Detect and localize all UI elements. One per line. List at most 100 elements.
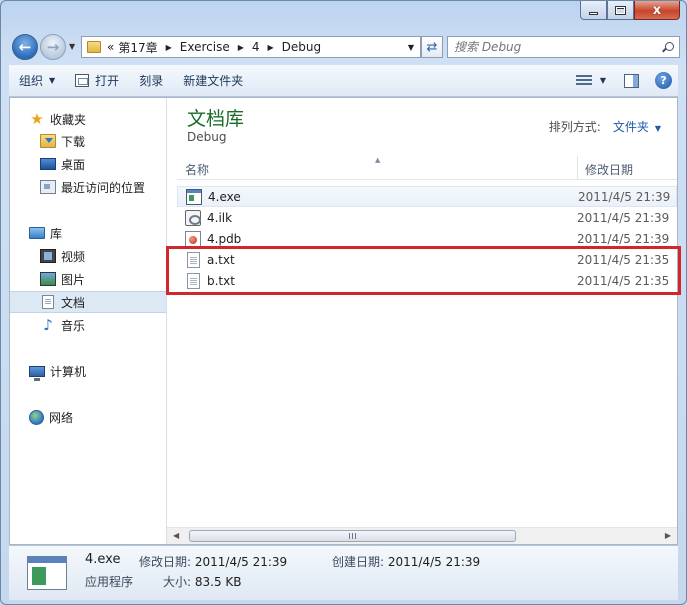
maximize-button[interactable] [607, 1, 634, 20]
download-folder-icon [40, 134, 56, 148]
details-modified-label: 修改日期: [139, 555, 192, 569]
preview-pane-icon[interactable] [624, 73, 639, 88]
breadcrumb-separator-icon[interactable]: ▶ [160, 43, 178, 52]
back-button[interactable]: ← [12, 34, 38, 60]
content-area: ★ 收藏夹 下载 桌面 最近访问的位置 库 视频 图片 文档 ♪ 音乐 计算机 … [9, 97, 678, 545]
scrollbar-thumb[interactable] [189, 530, 516, 542]
file-row[interactable]: 4.pdb 2011/4/5 21:39 [177, 228, 677, 249]
command-bar: 组织 ▼ 打开 刻录 新建文件夹 ▼ ? [9, 65, 678, 97]
new-folder-button[interactable]: 新建文件夹 [173, 69, 253, 93]
search-box[interactable] [447, 36, 680, 58]
file-row[interactable]: 4.exe 2011/4/5 21:39 [177, 186, 677, 207]
details-file-type: 应用程序 [85, 575, 134, 589]
library-title: 文档库 [187, 108, 245, 130]
scroll-right-icon[interactable]: ▶ [665, 531, 671, 540]
nav-item-videos[interactable]: 视频 [10, 245, 166, 267]
search-input[interactable] [454, 40, 654, 54]
forward-arrow-icon: → [46, 37, 60, 56]
open-button[interactable]: 打开 [65, 69, 129, 93]
breadcrumb-4[interactable]: 4 [250, 40, 262, 54]
help-icon[interactable]: ? [655, 72, 672, 89]
column-header-name[interactable]: 名称 [185, 161, 209, 178]
file-name: b.txt [207, 273, 235, 288]
chevron-down-icon: ▼ [49, 76, 56, 85]
refresh-button[interactable]: ⇄ [421, 36, 443, 58]
nav-label: 文档 [61, 295, 86, 310]
column-divider[interactable] [577, 156, 578, 180]
desktop-icon [40, 158, 56, 170]
new-folder-label: 新建文件夹 [183, 74, 244, 88]
txt-icon [187, 272, 200, 289]
details-size-label: 大小: [163, 575, 192, 589]
view-options-dropdown-icon[interactable]: ▼ [600, 76, 606, 85]
details-created-label: 创建日期: [332, 555, 385, 569]
pdb-icon [185, 230, 201, 247]
nav-label: 网络 [49, 410, 74, 425]
breadcrumb-overflow[interactable]: « [105, 40, 116, 54]
close-button[interactable]: x [634, 1, 680, 20]
nav-label: 音乐 [61, 318, 86, 333]
arrange-dropdown[interactable]: 文件夹 [613, 120, 649, 134]
maximize-icon [615, 5, 626, 15]
nav-label: 最近访问的位置 [61, 180, 146, 195]
nav-item-recent[interactable]: 最近访问的位置 [10, 176, 166, 198]
address-dropdown-icon[interactable]: ▼ [402, 43, 420, 52]
file-row[interactable]: a.txt 2011/4/5 21:35 [177, 249, 677, 270]
nav-item-music[interactable]: ♪ 音乐 [10, 314, 166, 336]
nav-item-favorites[interactable]: ★ 收藏夹 [10, 108, 166, 130]
nav-label: 视频 [61, 249, 86, 264]
breadcrumb-chapter[interactable]: 第17章 [116, 39, 159, 56]
folder-icon [87, 41, 101, 53]
details-file-name: 4.exe [85, 552, 121, 567]
nav-label: 计算机 [50, 364, 87, 379]
chevron-down-icon[interactable]: ▼ [655, 124, 661, 133]
file-row[interactable]: 4.ilk 2011/4/5 21:39 [177, 207, 677, 228]
file-date: 2011/4/5 21:39 [577, 210, 670, 225]
nav-item-computer[interactable]: 计算机 [10, 360, 166, 382]
details-created-value: 2011/4/5 21:39 [387, 555, 481, 569]
exe-icon [186, 188, 202, 205]
picture-icon [40, 272, 56, 286]
ilk-icon [185, 209, 201, 226]
nav-label: 收藏夹 [50, 112, 87, 127]
refresh-icon: ⇄ [426, 39, 438, 55]
file-name: 4.exe [208, 189, 241, 204]
burn-button[interactable]: 刻录 [129, 69, 173, 93]
search-icon[interactable] [662, 41, 674, 53]
breadcrumb-separator-icon[interactable]: ▶ [232, 43, 250, 52]
navigation-pane[interactable]: ★ 收藏夹 下载 桌面 最近访问的位置 库 视频 图片 文档 ♪ 音乐 计算机 … [10, 98, 167, 544]
change-view-icon[interactable] [575, 74, 592, 87]
nav-item-libraries[interactable]: 库 [10, 222, 166, 244]
organize-button[interactable]: 组织 ▼ [9, 69, 65, 93]
file-name: a.txt [207, 252, 235, 267]
minimize-icon [589, 11, 598, 15]
open-icon [75, 74, 90, 87]
scroll-left-icon[interactable]: ◀ [173, 531, 179, 540]
file-name: 4.ilk [207, 210, 233, 225]
minimize-button[interactable] [580, 1, 607, 20]
column-header-date[interactable]: 修改日期 [585, 161, 633, 178]
txt-icon [187, 251, 200, 268]
breadcrumb-debug[interactable]: Debug [280, 40, 323, 54]
nav-label: 下载 [61, 134, 86, 149]
nav-item-pictures[interactable]: 图片 [10, 268, 166, 290]
recent-pages-dropdown[interactable]: ▼ [69, 42, 75, 51]
nav-label: 图片 [61, 272, 86, 287]
nav-item-network[interactable]: 网络 [10, 406, 166, 428]
recent-places-icon [40, 180, 56, 194]
nav-item-downloads[interactable]: 下载 [10, 130, 166, 152]
library-icon [29, 227, 45, 239]
file-date: 2011/4/5 21:35 [577, 273, 670, 288]
breadcrumb-separator-icon[interactable]: ▶ [262, 43, 280, 52]
forward-button[interactable]: → [40, 34, 66, 60]
details-size: 大小: 83.5 KB [163, 573, 242, 590]
breadcrumb-exercise[interactable]: Exercise [178, 40, 232, 54]
file-row[interactable]: b.txt 2011/4/5 21:35 [177, 270, 677, 291]
file-list-pane[interactable]: 文档库 Debug 排列方式: 文件夹 ▼ 名称 ▲ 修改日期 4.exe 2011… [167, 98, 677, 544]
nav-item-documents[interactable]: 文档 [10, 291, 166, 313]
grip-icon [349, 533, 356, 539]
nav-item-desktop[interactable]: 桌面 [10, 153, 166, 175]
caption-buttons: x [580, 1, 680, 20]
horizontal-scrollbar[interactable]: ◀ ▶ [167, 527, 677, 544]
address-bar[interactable]: « 第17章 ▶ Exercise ▶ 4 ▶ Debug ▼ [81, 36, 421, 58]
